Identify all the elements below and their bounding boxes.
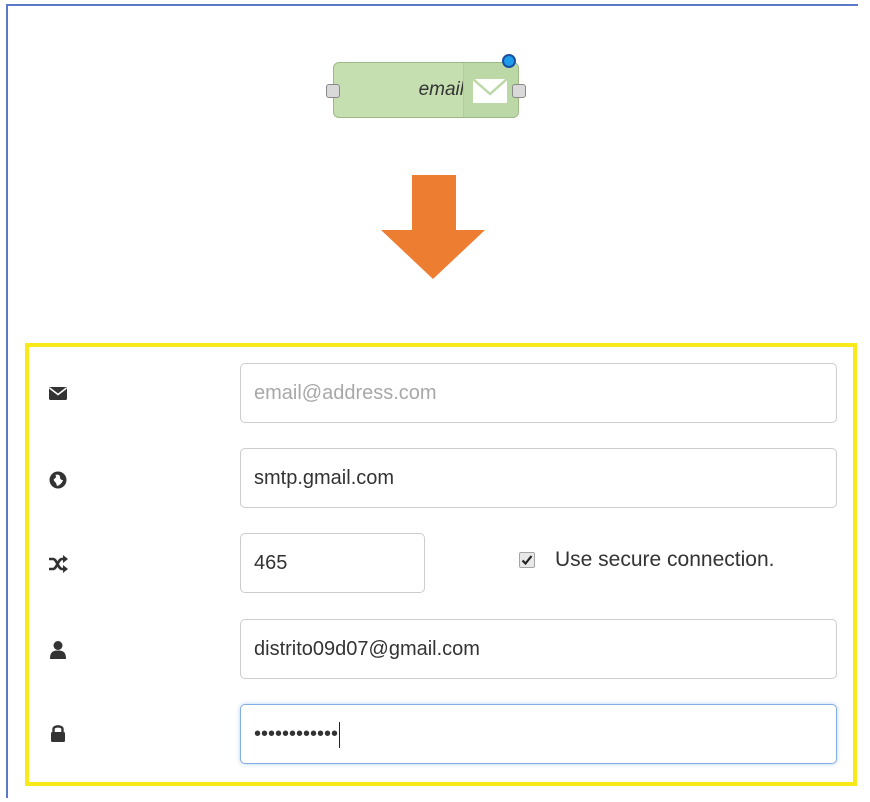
lock-icon (51, 725, 65, 742)
checkmark-icon (521, 555, 533, 566)
password-field[interactable]: •••••••••••• (240, 704, 837, 764)
userid-field[interactable]: distrito09d07@gmail.com (240, 619, 837, 679)
envelope-icon (49, 387, 67, 400)
smtp-server-field[interactable]: smtp.gmail.com (240, 448, 837, 508)
down-arrow-icon (381, 175, 485, 279)
password-value: •••••••••••• (254, 723, 339, 745)
globe-icon (49, 471, 67, 489)
email-to-field[interactable]: email@address.com (240, 363, 837, 423)
node-label: email (418, 79, 464, 100)
node-icon-box (463, 63, 518, 117)
text-caret (339, 721, 341, 748)
envelope-icon (472, 78, 508, 103)
node-status-dot (502, 54, 516, 68)
secure-connection-option[interactable]: Use secure connection. (519, 548, 775, 571)
node-output-port[interactable] (512, 84, 526, 98)
random-icon (49, 555, 68, 573)
port-field[interactable]: 465 (240, 533, 425, 593)
user-icon (50, 641, 66, 659)
secure-connection-label: Use secure connection. (555, 548, 775, 571)
secure-connection-checkbox[interactable] (519, 552, 535, 568)
email-node[interactable]: email (326, 54, 526, 118)
